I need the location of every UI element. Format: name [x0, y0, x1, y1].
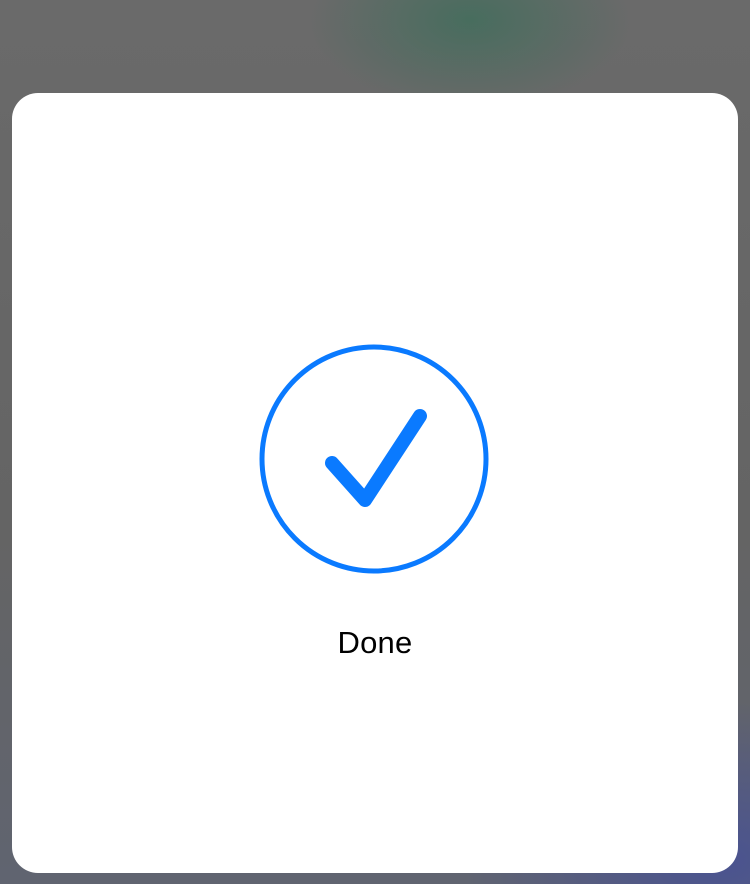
- checkmark-circle-icon: [258, 343, 490, 575]
- completion-dialog: Done: [12, 93, 738, 873]
- status-label: Done: [337, 625, 413, 660]
